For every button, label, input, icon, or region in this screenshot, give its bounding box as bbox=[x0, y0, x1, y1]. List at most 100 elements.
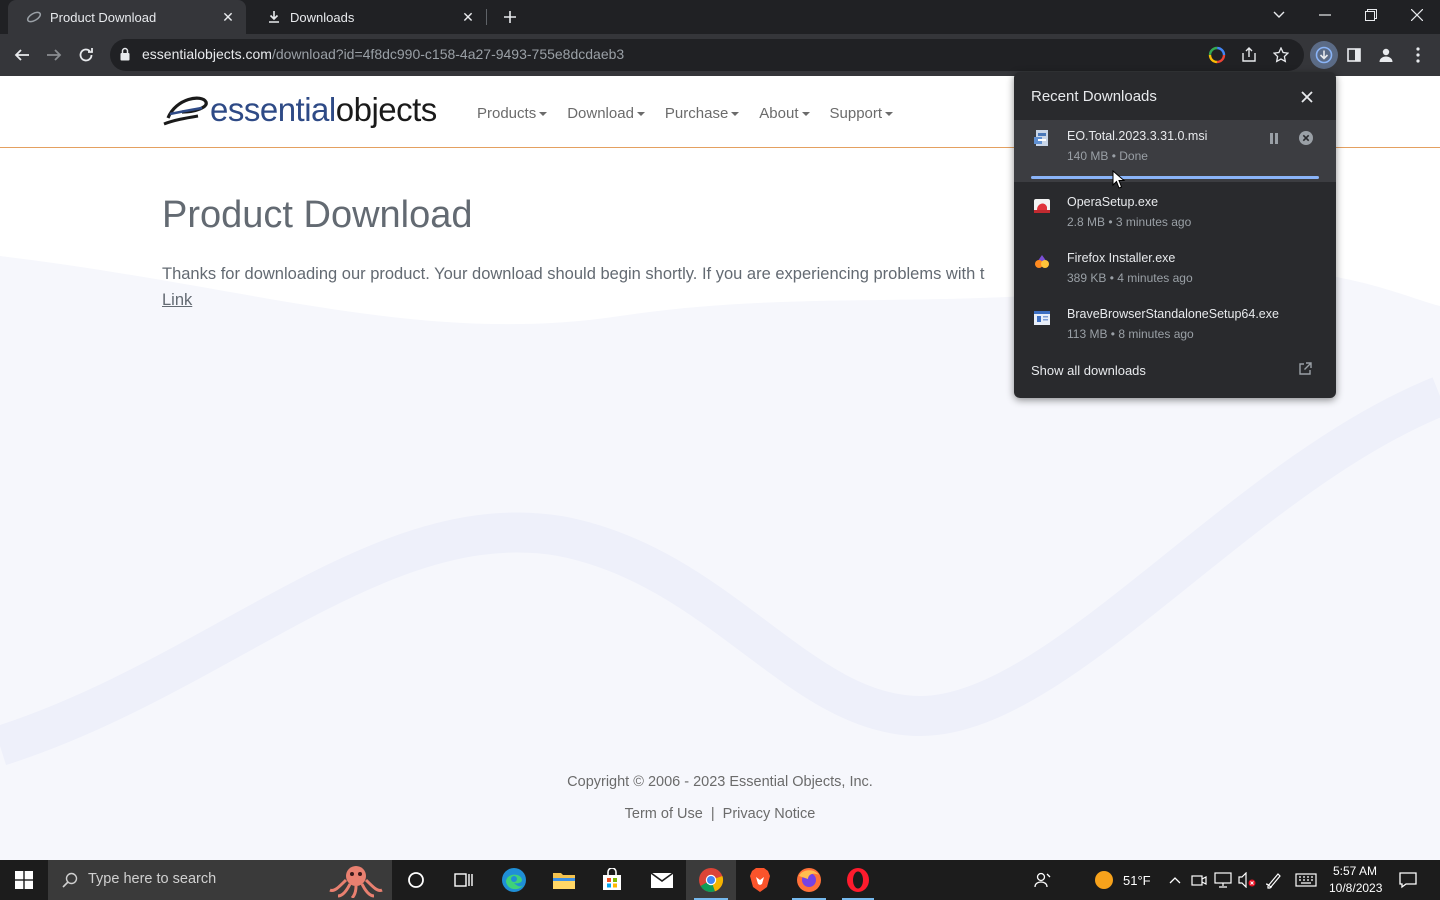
taskbar-store[interactable] bbox=[588, 860, 636, 900]
nav-purchase[interactable]: Purchase bbox=[665, 105, 740, 122]
cancel-download-button[interactable] bbox=[1297, 129, 1315, 147]
tab-downloads[interactable]: Downloads ✕ bbox=[248, 0, 486, 34]
tab-search-chevron-icon[interactable] bbox=[1256, 0, 1302, 30]
show-all-downloads-link[interactable]: Show all downloads bbox=[1031, 363, 1146, 378]
download-item[interactable]: Firefox Installer.exe 389 KB • 4 minutes… bbox=[1014, 246, 1336, 296]
download-item[interactable]: OperaSetup.exe 2.8 MB • 3 minutes ago bbox=[1014, 190, 1336, 240]
new-tab-button[interactable] bbox=[498, 5, 522, 29]
taskbar-file-explorer[interactable] bbox=[540, 860, 588, 900]
close-window-button[interactable] bbox=[1394, 0, 1440, 30]
caret-down-icon bbox=[539, 111, 548, 116]
caret-down-icon bbox=[885, 111, 894, 116]
browser-toolbar: essentialobjects.com/download?id=4f8dc99… bbox=[0, 34, 1440, 76]
forward-button[interactable] bbox=[40, 41, 68, 69]
windows-logo-icon bbox=[15, 871, 33, 889]
close-downloads-panel-button[interactable] bbox=[1298, 88, 1316, 106]
downloads-button[interactable] bbox=[1310, 41, 1338, 69]
lock-icon[interactable] bbox=[120, 47, 130, 66]
start-button[interactable] bbox=[0, 860, 48, 900]
caret-down-icon bbox=[731, 111, 740, 116]
pen-workspace-icon[interactable] bbox=[1262, 860, 1286, 900]
store-bag-icon bbox=[603, 868, 621, 890]
edge-icon bbox=[502, 868, 526, 892]
minimize-button[interactable] bbox=[1302, 0, 1348, 30]
tab-title: Downloads bbox=[290, 9, 355, 25]
share-icon[interactable] bbox=[1239, 45, 1259, 65]
cortana-button[interactable] bbox=[392, 860, 440, 900]
download-filename: BraveBrowserStandaloneSetup64.exe bbox=[1067, 307, 1279, 321]
meet-now-icon[interactable] bbox=[1188, 860, 1210, 900]
taskbar-chrome[interactable] bbox=[686, 860, 736, 900]
clock-date[interactable]: 10/8/2023 bbox=[1329, 881, 1382, 895]
download-status: 113 MB • 8 minutes ago bbox=[1067, 327, 1194, 341]
taskbar-search-box[interactable]: Type here to search bbox=[48, 860, 392, 900]
tab-product-download[interactable]: Product Download ✕ bbox=[8, 0, 246, 34]
nav-download[interactable]: Download bbox=[567, 105, 645, 122]
firefox-icon bbox=[797, 868, 821, 892]
privacy-notice-link[interactable]: Privacy Notice bbox=[723, 806, 816, 822]
open-in-new-icon[interactable] bbox=[1298, 362, 1314, 378]
profile-icon[interactable] bbox=[1372, 41, 1400, 69]
eo-logo-icon bbox=[163, 96, 208, 126]
touch-keyboard-icon[interactable] bbox=[1292, 860, 1320, 900]
reload-button[interactable] bbox=[72, 41, 100, 69]
nav-products[interactable]: Products bbox=[477, 105, 548, 122]
nav-label: Download bbox=[567, 105, 634, 122]
direct-download-link[interactable]: Link bbox=[162, 291, 192, 310]
nav-label: Support bbox=[829, 105, 883, 122]
page-title: Product Download bbox=[162, 194, 473, 236]
download-item[interactable]: EO.Total.2023.3.31.0.msi 140 MB • Done bbox=[1014, 120, 1336, 182]
back-button[interactable] bbox=[8, 41, 36, 69]
terms-of-use-link[interactable]: Term of Use bbox=[625, 806, 703, 822]
download-item[interactable]: BraveBrowserStandaloneSetup64.exe 113 MB… bbox=[1014, 302, 1336, 352]
google-lens-icon[interactable] bbox=[1207, 45, 1227, 65]
pause-download-button[interactable] bbox=[1265, 129, 1283, 147]
taskbar-opera[interactable] bbox=[834, 860, 882, 900]
close-icon bbox=[1301, 91, 1313, 103]
clock-time[interactable]: 5:57 AM bbox=[1333, 864, 1377, 878]
footer-links: Term of Use | Privacy Notice bbox=[0, 806, 1440, 822]
download-filename: OperaSetup.exe bbox=[1067, 195, 1159, 209]
taskbar-brave[interactable] bbox=[736, 860, 784, 900]
menu-kebab-icon[interactable] bbox=[1404, 41, 1432, 69]
download-status: 389 KB • 4 minutes ago bbox=[1067, 271, 1193, 285]
essential-objects-logo[interactable]: essentialobjects bbox=[162, 90, 437, 130]
eo-favicon-icon bbox=[26, 9, 42, 25]
octopus-search-highlight-icon bbox=[329, 866, 383, 898]
bookmark-star-icon[interactable] bbox=[1271, 45, 1291, 65]
people-icon[interactable] bbox=[1030, 860, 1056, 900]
search-placeholder: Type here to search bbox=[88, 871, 217, 887]
nav-about[interactable]: About bbox=[759, 105, 810, 122]
taskbar-mail[interactable] bbox=[638, 860, 686, 900]
brave-installer-icon bbox=[1033, 309, 1051, 327]
downloads-panel-title: Recent Downloads bbox=[1031, 88, 1157, 105]
tray-overflow-chevron-icon[interactable] bbox=[1164, 860, 1186, 900]
download-message: Thanks for downloading our product. Your… bbox=[162, 265, 985, 283]
network-icon[interactable] bbox=[1212, 860, 1234, 900]
nav-label: Products bbox=[477, 105, 537, 122]
weather-sun-icon[interactable] bbox=[1092, 860, 1116, 900]
side-panel-icon[interactable] bbox=[1340, 41, 1368, 69]
task-view-button[interactable] bbox=[440, 860, 488, 900]
chrome-icon bbox=[699, 868, 724, 892]
logo-text-objects: objects bbox=[335, 91, 438, 128]
notifications-button[interactable] bbox=[1392, 860, 1424, 900]
volume-muted-icon[interactable] bbox=[1236, 860, 1258, 900]
logo-text-essential: essential bbox=[210, 91, 336, 128]
address-bar[interactable]: essentialobjects.com/download?id=4f8dc99… bbox=[110, 39, 1304, 71]
caret-down-icon bbox=[801, 111, 810, 116]
nav-support[interactable]: Support bbox=[830, 105, 894, 122]
download-icon bbox=[266, 9, 282, 25]
close-tab-icon[interactable]: ✕ bbox=[220, 9, 236, 25]
taskbar-firefox[interactable] bbox=[784, 860, 834, 900]
mail-envelope-icon bbox=[650, 872, 674, 888]
nav-label: About bbox=[759, 105, 799, 122]
logo-text: essentialobjects bbox=[210, 91, 437, 129]
taskbar-edge[interactable] bbox=[490, 860, 538, 900]
close-tab-icon[interactable]: ✕ bbox=[460, 9, 476, 25]
restore-button[interactable] bbox=[1348, 0, 1394, 30]
weather-temperature[interactable]: 51°F bbox=[1123, 873, 1151, 888]
search-icon bbox=[62, 872, 78, 888]
main-nav: Products Download Purchase About Support bbox=[477, 105, 913, 122]
url-text[interactable]: essentialobjects.com/download?id=4f8dc99… bbox=[142, 46, 624, 62]
